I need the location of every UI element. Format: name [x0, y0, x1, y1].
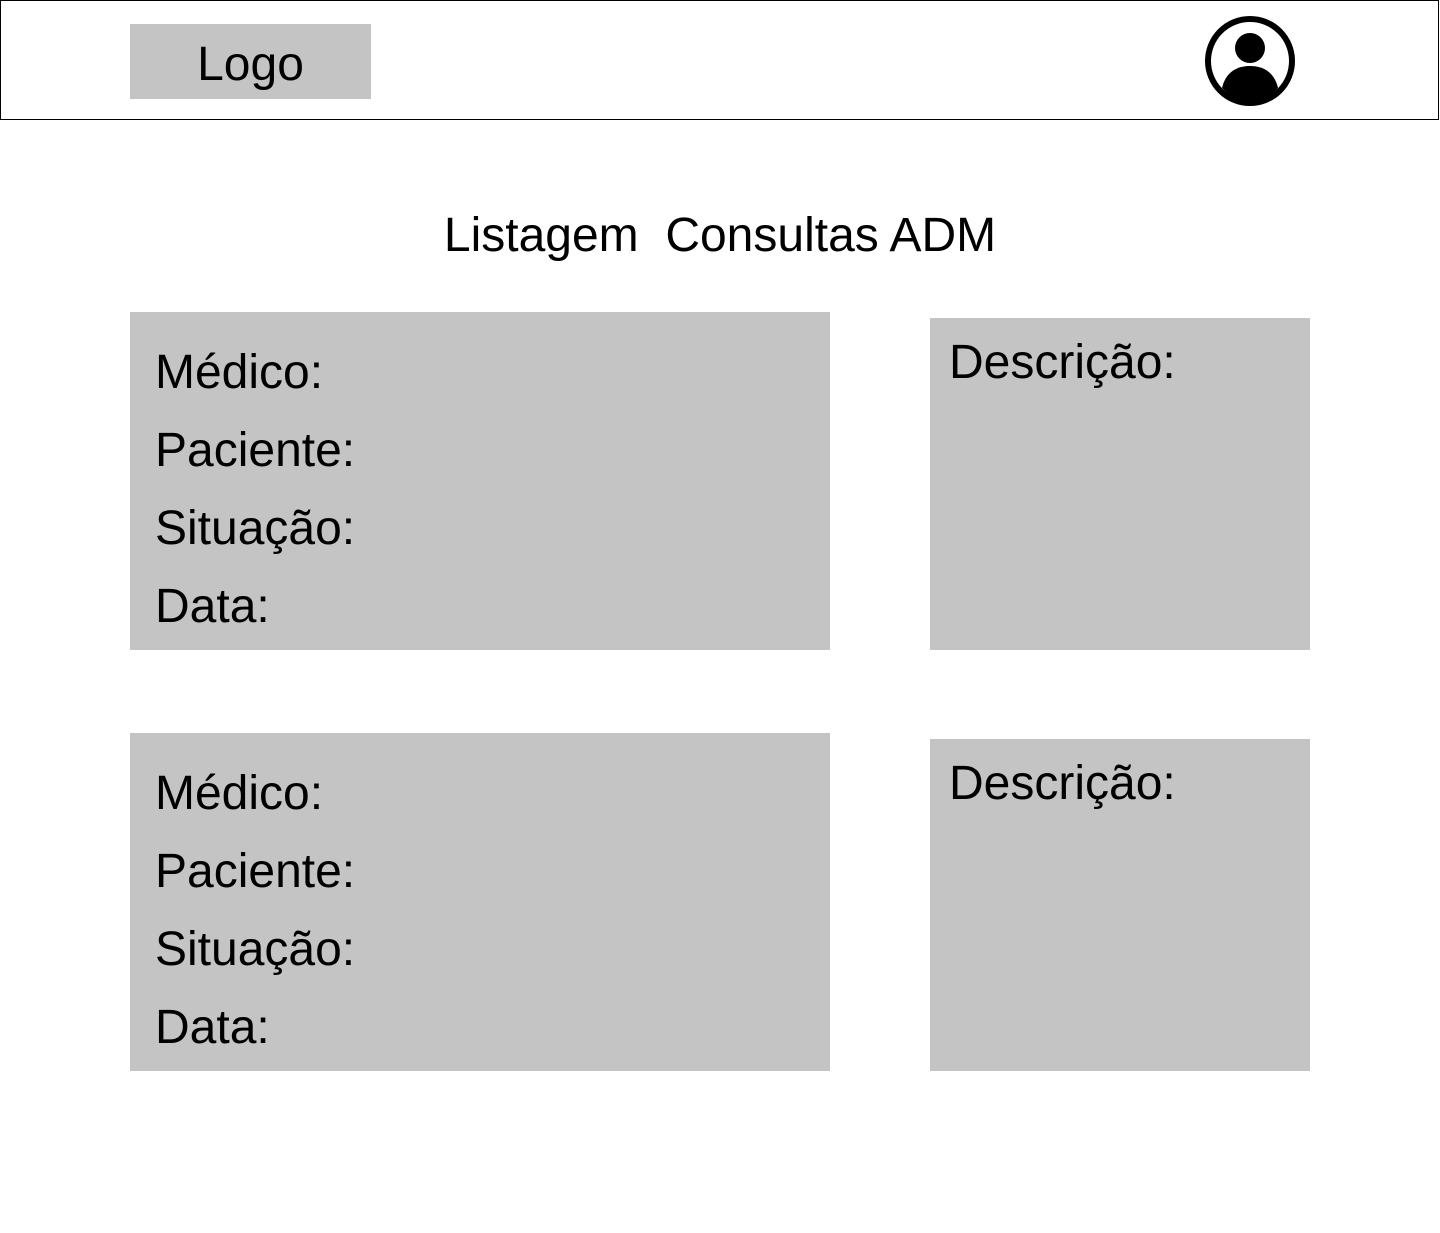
consultation-card[interactable]: Médico: Paciente: Situação: Data: [130, 312, 830, 650]
situacao-label: Situação: [155, 502, 356, 555]
data-label: Data: [155, 1001, 270, 1054]
logo[interactable]: Logo [130, 24, 371, 99]
paciente-label: Paciente: [155, 424, 356, 477]
medico-label: Médico: [155, 346, 324, 399]
situacao-label: Situação: [155, 923, 356, 976]
description-card[interactable]: Descrição: [930, 739, 1310, 1071]
descricao-label: Descrição: [949, 757, 1176, 810]
data-label: Data: [155, 580, 270, 633]
user-avatar-graphic [1205, 16, 1295, 106]
medico-label: Médico: [155, 767, 324, 820]
user-circle-icon[interactable] [1204, 15, 1296, 107]
consultation-card[interactable]: Médico: Paciente: Situação: Data: [130, 733, 830, 1071]
logo-label: Logo [197, 37, 304, 91]
top-header: Logo [0, 0, 1439, 120]
paciente-label: Paciente: [155, 845, 356, 898]
description-card[interactable]: Descrição: [930, 318, 1310, 650]
descricao-label: Descrição: [949, 336, 1176, 389]
page-title: Listagem Consultas ADM [443, 209, 997, 262]
